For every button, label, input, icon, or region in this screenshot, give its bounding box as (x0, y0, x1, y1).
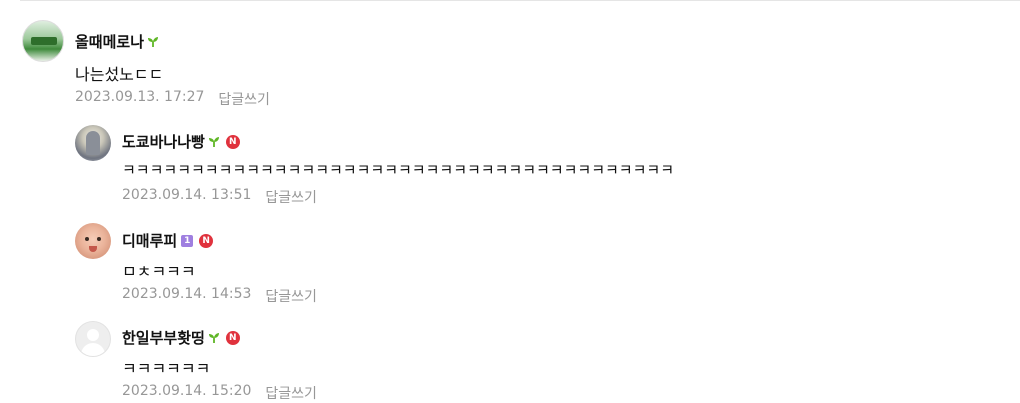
reply-button[interactable]: 답글쓰기 (218, 89, 270, 109)
avatar[interactable] (75, 125, 111, 161)
naver-n-badge-icon: N (225, 330, 240, 345)
comment-text: ㅁㅊㅋㅋㅋ (122, 262, 196, 281)
comment-date: 2023.09.13. 17:27 (75, 89, 205, 105)
level-badge-icon: 1 (181, 234, 194, 247)
nickname-row: 올때메로나 (75, 31, 159, 52)
comment-text: ㅋㅋㅋㅋㅋㅋㅋㅋㅋㅋㅋㅋㅋㅋㅋㅋㅋㅋㅋㅋㅋㅋㅋㅋㅋㅋㅋㅋㅋㅋㅋㅋㅋㅋㅋㅋㅋㅋㅋㅋ (122, 161, 675, 179)
avatar-placeholder[interactable] (75, 321, 111, 357)
comment-text: ㅋㅋㅋㅋㅋㅋ (122, 359, 211, 378)
sprout-icon (148, 36, 159, 47)
reply-button[interactable]: 답글쓰기 (265, 383, 317, 403)
reply-button[interactable]: 답글쓰기 (265, 187, 317, 207)
comment-meta: 2023.09.14. 13:51 답글쓰기 (122, 187, 317, 207)
nickname[interactable]: 한일부부홧띵 (122, 327, 205, 348)
avatar[interactable] (75, 223, 111, 259)
comment-meta: 2023.09.14. 15:20 답글쓰기 (122, 383, 317, 403)
nickname[interactable]: 디매루피 (122, 230, 177, 251)
comment-meta: 2023.09.14. 14:53 답글쓰기 (122, 286, 317, 306)
naver-n-badge-icon: N (225, 134, 240, 149)
nickname[interactable]: 올때메로나 (75, 31, 144, 52)
sprout-icon (208, 136, 219, 147)
sprout-icon (208, 332, 219, 343)
nickname-row: 도쿄바나나빵 N (122, 131, 240, 152)
comment-date: 2023.09.14. 15:20 (122, 383, 252, 399)
nickname[interactable]: 도쿄바나나빵 (122, 131, 205, 152)
avatar[interactable] (22, 20, 64, 62)
comment-meta: 2023.09.13. 17:27 답글쓰기 (75, 89, 270, 109)
comment-text: 나는섰노ㄷㄷ (75, 65, 164, 84)
reply-button[interactable]: 답글쓰기 (265, 286, 317, 306)
nickname-row: 디매루피 1 N (122, 230, 214, 251)
top-divider (20, 0, 1020, 1)
comment-date: 2023.09.14. 14:53 (122, 286, 252, 302)
nickname-row: 한일부부홧띵 N (122, 327, 240, 348)
comment-date: 2023.09.14. 13:51 (122, 187, 252, 203)
naver-n-badge-icon: N (199, 233, 214, 248)
